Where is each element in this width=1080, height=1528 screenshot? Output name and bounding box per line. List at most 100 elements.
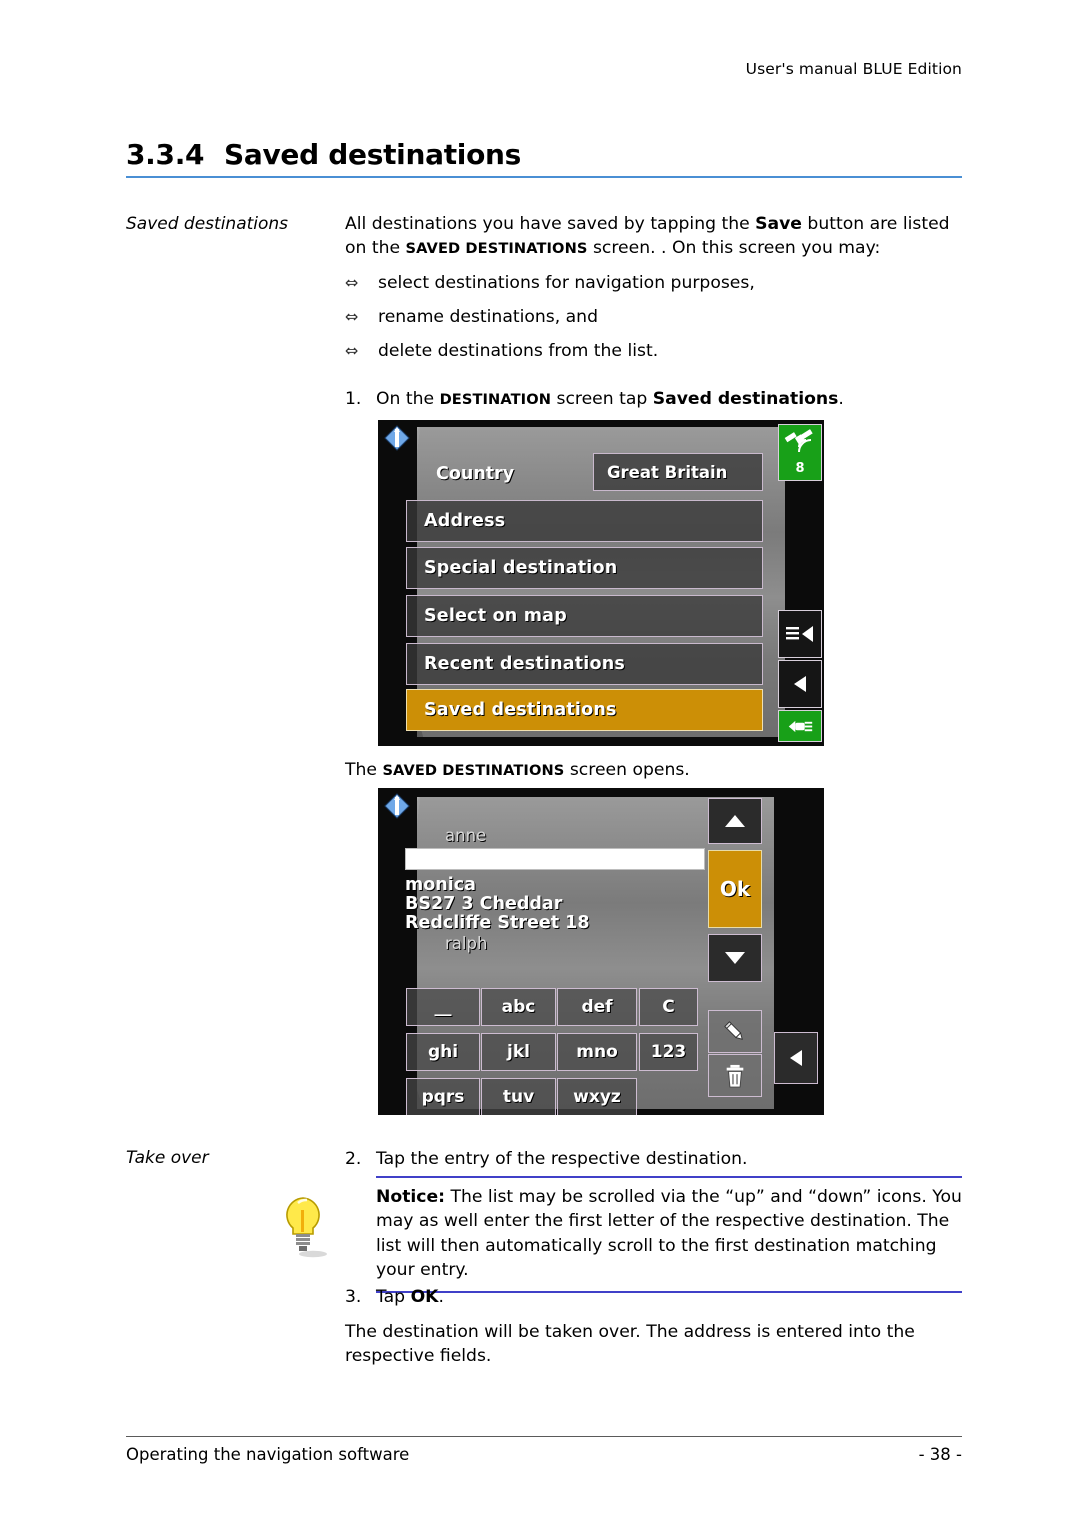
- key-wxyz[interactable]: wxyz: [557, 1078, 637, 1115]
- step-1-text-b: screen tap: [551, 389, 653, 409]
- country-value-field[interactable]: Great Britain: [593, 453, 763, 491]
- menu-item-address[interactable]: Address: [406, 500, 763, 542]
- destination-screen-mention: Destination: [439, 391, 552, 408]
- intro-paragraph: All destinations you have saved by tappi…: [345, 212, 963, 373]
- notice-label: Notice:: [376, 1187, 446, 1207]
- list-entry-selected-street[interactable]: Redcliffe Street 18: [405, 913, 590, 933]
- list-item-label: delete destinations from the list.: [378, 341, 659, 362]
- footer-chapter-title: Operating the navigation software: [126, 1445, 410, 1464]
- list-item-label: select destinations for navigation purpo…: [378, 273, 755, 294]
- power-plug-icon: [788, 720, 813, 732]
- menu-item-special-destination[interactable]: Special destination: [406, 547, 763, 589]
- key-123[interactable]: 123: [639, 1033, 698, 1071]
- heading-divider: [126, 176, 962, 178]
- scroll-down-icon: [725, 952, 745, 964]
- trash-icon: [726, 1064, 744, 1088]
- menu-item-recent-destinations[interactable]: Recent destinations: [406, 643, 763, 685]
- back-arrow-icon: [790, 1050, 802, 1066]
- key-def[interactable]: def: [557, 988, 637, 1026]
- lightbulb-icon: [286, 1197, 327, 1258]
- scroll-up-icon: [725, 815, 745, 827]
- screenshot-saved-destinations-screen: anne monica BS27 3 Cheddar Redcliffe Str…: [378, 788, 824, 1115]
- menu-item-select-on-map[interactable]: Select on map: [406, 595, 763, 637]
- key-pqrs[interactable]: pqrs: [406, 1078, 480, 1115]
- section-heading: 3.3.4 Saved destinations: [126, 138, 962, 171]
- rename-button[interactable]: [708, 1010, 762, 1053]
- gps-status-button[interactable]: 8: [778, 424, 822, 481]
- capabilities-list: ⇔ select destinations for navigation pur…: [345, 271, 963, 363]
- step-3-text-b: .: [438, 1287, 444, 1307]
- notice-box: Notice: The list may be scrolled via the…: [376, 1176, 962, 1293]
- arrow-bullet-icon: ⇔: [345, 273, 359, 293]
- step-3-text: Tap OK.: [376, 1285, 963, 1309]
- list-entry-selected-postcode-city[interactable]: BS27 3 Cheddar: [405, 894, 562, 914]
- country-label: Country: [436, 464, 515, 484]
- list-item: ⇔ delete destinations from the list.: [345, 339, 963, 363]
- step-1-text: On the Destination screen tap Saved dest…: [376, 387, 963, 412]
- section-title: Saved destinations: [224, 138, 522, 171]
- caption-text-b: screen opens.: [564, 760, 690, 780]
- save-button-mention: Save: [755, 214, 802, 234]
- back-button[interactable]: [774, 1032, 818, 1084]
- key-abc[interactable]: abc: [481, 988, 556, 1026]
- key-clear[interactable]: C: [639, 988, 698, 1026]
- ok-button[interactable]: Ok: [708, 850, 762, 928]
- margin-label-saved-destinations: Saved destinations: [126, 214, 289, 234]
- scroll-up-button[interactable]: [708, 798, 762, 844]
- intro-text-a: All destinations you have saved by tappi…: [345, 214, 756, 234]
- key-tuv[interactable]: tuv: [481, 1078, 556, 1115]
- saved-destinations-screen-mention-2: Saved destinations: [382, 762, 565, 779]
- pencil-icon: [724, 1020, 743, 1040]
- list-item: ⇔ rename destinations, and: [345, 305, 963, 329]
- step-3-result-text: The destination will be taken over. The …: [345, 1322, 915, 1367]
- arrow-bullet-icon: ⇔: [345, 341, 359, 361]
- section-number: 3.3.4: [126, 138, 205, 171]
- step-3-number: 3.: [345, 1287, 362, 1307]
- scroll-down-button[interactable]: [708, 934, 762, 982]
- key-mno[interactable]: mno: [557, 1033, 637, 1071]
- menu-item-saved-destinations[interactable]: Saved destinations: [406, 689, 763, 731]
- caption-screen-opens: The Saved destinations screen opens.: [345, 758, 963, 783]
- compass-icon: [384, 793, 410, 819]
- back-arrow-icon: [794, 676, 806, 692]
- gps-satellite-count: 8: [795, 461, 805, 476]
- back-button[interactable]: [778, 660, 822, 708]
- step-1-text-c: .: [838, 389, 844, 409]
- step-2-text: Tap the entry of the respective destinat…: [376, 1149, 748, 1169]
- screenshot-destination-screen: Country Great Britain Address Special de…: [378, 420, 824, 746]
- key-jkl[interactable]: jkl: [481, 1033, 556, 1071]
- ok-button-mention: OK: [410, 1287, 439, 1307]
- menu-back-button[interactable]: [778, 610, 822, 658]
- page-header-title: User's manual BLUE Edition: [745, 60, 962, 78]
- menu-back-icon: [786, 626, 813, 642]
- saved-destinations-screen-mention: Saved destinations: [405, 240, 588, 258]
- footer-page-number: - 38 -: [918, 1445, 962, 1464]
- step-2: 2. Tap the entry of the respective desti…: [345, 1147, 963, 1171]
- key-ghi[interactable]: ghi: [406, 1033, 480, 1071]
- intro-text-c: screen. . On this screen you may:: [587, 238, 881, 259]
- step-2-number: 2.: [345, 1149, 362, 1169]
- list-entry-below[interactable]: ralph: [445, 934, 487, 953]
- saved-destinations-button-mention: Saved destinations: [652, 389, 839, 409]
- step-1-number: 1.: [345, 389, 362, 409]
- step-3: 3. Tap OK.: [345, 1285, 963, 1309]
- compass-icon: [384, 425, 410, 451]
- step-1-text-a: On the: [376, 389, 440, 409]
- step-3-text-a: Tap: [376, 1287, 411, 1307]
- search-input[interactable]: [405, 848, 705, 870]
- list-entry-selected-name[interactable]: monica: [405, 875, 476, 895]
- margin-label-take-over: Take over: [126, 1148, 209, 1168]
- notice-text: The list may be scrolled via the “up” an…: [376, 1187, 962, 1281]
- footer-divider: [126, 1436, 962, 1437]
- power-button[interactable]: [778, 710, 822, 742]
- step-1: 1. On the Destination screen tap Saved d…: [345, 387, 963, 412]
- manual-page: User's manual BLUE Edition 3.3.4 Saved d…: [0, 0, 1080, 1528]
- list-item-label: rename destinations, and: [378, 307, 598, 328]
- delete-button[interactable]: [708, 1054, 762, 1097]
- key-space[interactable]: __: [406, 988, 480, 1026]
- arrow-bullet-icon: ⇔: [345, 307, 359, 327]
- caption-text-a: The: [345, 760, 383, 780]
- list-entry-above[interactable]: anne: [445, 826, 486, 845]
- list-item: ⇔ select destinations for navigation pur…: [345, 271, 963, 295]
